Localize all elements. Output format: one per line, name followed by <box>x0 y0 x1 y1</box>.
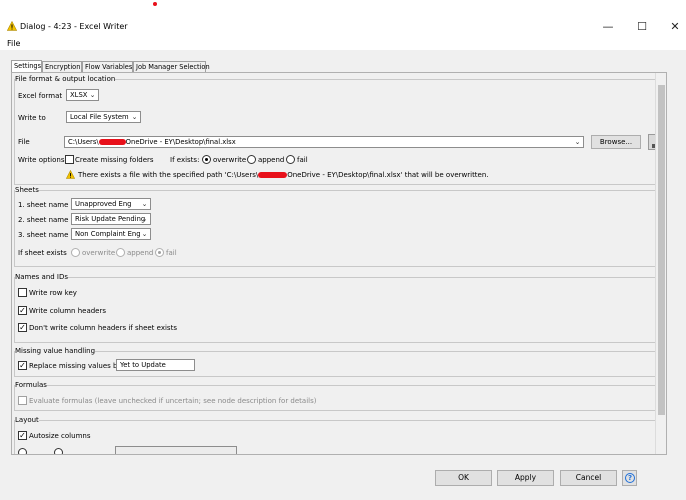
settings-panel: File format & output location Excel form… <box>11 72 667 455</box>
layout-option-radio[interactable] <box>54 448 63 454</box>
warning-icon <box>7 21 17 31</box>
help-button[interactable]: ? <box>622 470 637 486</box>
title-bar: Dialog - 4:23 - Excel Writer — ☐ ✕ <box>0 16 686 38</box>
missing-section-title: Missing value handling <box>15 347 96 355</box>
append-radio-label: append <box>258 156 285 164</box>
chevron-down-icon: ⌄ <box>131 113 138 121</box>
replace-missing-input[interactable]: Yet to Update <box>116 359 195 371</box>
write-to-select[interactable]: Local File System ⌄ <box>66 111 141 123</box>
ok-button[interactable]: OK <box>435 470 492 486</box>
scrollbar-thumb[interactable] <box>658 85 665 415</box>
write-row-key-checkbox[interactable] <box>18 288 27 297</box>
sheets-section-title: Sheets <box>15 186 39 194</box>
autosize-columns-checkbox[interactable]: ✓ <box>18 431 27 440</box>
replace-missing-label: Replace missing values by <box>29 362 122 370</box>
excel-format-select[interactable]: XLSX ⌄ <box>66 89 99 101</box>
sheet-append-label: append <box>127 249 154 257</box>
excel-format-value: XLSX <box>70 91 88 99</box>
chevron-down-icon: ⌄ <box>141 200 148 208</box>
chevron-down-icon: ⌄ <box>141 215 148 223</box>
tab-flow-variables[interactable]: Flow Variables <box>82 61 133 72</box>
chevron-down-icon: ⌄ <box>89 91 96 99</box>
names-section-title: Names and IDs <box>15 273 69 281</box>
vertical-scrollbar[interactable] <box>655 73 666 454</box>
layout-option-radio[interactable] <box>18 448 27 454</box>
write-to-label: Write to <box>18 114 46 122</box>
fail-radio[interactable] <box>286 155 295 164</box>
evaluate-formulas-label: Evaluate formulas (leave unchecked if un… <box>29 397 317 405</box>
file-label: File <box>18 138 30 146</box>
autosize-columns-label: Autosize columns <box>29 432 91 440</box>
names-section <box>14 277 665 343</box>
tab-encryption[interactable]: Encryption <box>42 61 82 72</box>
sheet-overwrite-radio[interactable] <box>71 248 80 257</box>
sheet-append-radio[interactable] <box>116 248 125 257</box>
sheet-3-label: 3. sheet name <box>18 231 69 239</box>
file-path-suffix: OneDrive - EY\Desktop\final.xlsx <box>125 138 236 146</box>
sheet-fail-label: fail <box>166 249 177 257</box>
tab-job-manager-selection[interactable]: Job Manager Selection <box>133 61 210 72</box>
overwrite-warning-text: There exists a file with the specified p… <box>78 171 489 179</box>
chevron-down-icon: ⌄ <box>574 138 581 146</box>
create-missing-folders-label: Create missing folders <box>75 156 154 164</box>
chevron-down-icon: ⌄ <box>141 230 148 238</box>
file-path-input[interactable]: C:\Users\ OneDrive - EY\Desktop\final.xls… <box>64 136 584 148</box>
fail-radio-label: fail <box>297 156 308 164</box>
sheet-2-select[interactable]: Risk Update Pending ⌄ <box>71 213 151 225</box>
dont-write-headers-label: Don't write column headers if sheet exis… <box>29 324 177 332</box>
browse-button[interactable]: Browse... <box>591 135 641 149</box>
file-section <box>14 79 665 185</box>
settings-scroll-area: File format & output location Excel form… <box>12 73 665 454</box>
menu-bar: File <box>0 38 686 50</box>
sheet-2-label: 2. sheet name <box>18 216 69 224</box>
write-column-headers-checkbox[interactable]: ✓ <box>18 306 27 315</box>
redaction-mark <box>258 172 288 178</box>
if-sheet-exists-label: If sheet exists <box>18 249 67 257</box>
red-dot <box>153 2 157 6</box>
warning-prefix: There exists a file with the specified p… <box>78 171 259 179</box>
overwrite-radio-label: overwrite <box>213 156 247 164</box>
sheet-2-value: Risk Update Pending <box>75 215 146 223</box>
layout-section-title: Layout <box>15 416 39 424</box>
layout-option-select[interactable] <box>115 446 237 454</box>
write-to-value: Local File System <box>70 113 129 121</box>
write-row-key-label: Write row key <box>29 289 77 297</box>
window-title: Dialog - 4:23 - Excel Writer <box>20 22 128 31</box>
dont-write-headers-checkbox[interactable]: ✓ <box>18 323 27 332</box>
sheet-3-select[interactable]: Non Complaint Eng ⌄ <box>71 228 151 240</box>
minimize-button[interactable]: — <box>597 19 619 35</box>
cancel-button[interactable]: Cancel <box>560 470 617 486</box>
menu-file[interactable]: File <box>7 39 20 48</box>
layout-section <box>14 420 665 454</box>
maximize-button[interactable]: ☐ <box>631 19 653 35</box>
sheet-overwrite-label: overwrite <box>82 249 116 257</box>
overwrite-radio[interactable] <box>202 155 211 164</box>
evaluate-formulas-checkbox[interactable] <box>18 396 27 405</box>
create-missing-folders-checkbox[interactable] <box>65 155 74 164</box>
formulas-section-title: Formulas <box>15 381 47 389</box>
close-button[interactable]: ✕ <box>664 19 686 35</box>
sheet-fail-radio[interactable] <box>155 248 164 257</box>
apply-button[interactable]: Apply <box>497 470 554 486</box>
sheet-3-value: Non Complaint Eng <box>75 230 141 238</box>
warning-suffix: OneDrive - EY\Desktop\final.xlsx' that w… <box>287 171 489 179</box>
file-path-prefix: C:\Users\ <box>68 138 99 146</box>
replace-missing-checkbox[interactable]: ✓ <box>18 361 27 370</box>
sheet-1-select[interactable]: Unapproved Eng ⌄ <box>71 198 151 210</box>
warning-icon <box>66 170 75 179</box>
write-options-label: Write options <box>18 156 65 164</box>
sheet-1-value: Unapproved Eng <box>75 200 132 208</box>
tab-settings[interactable]: Settings <box>11 60 42 72</box>
write-column-headers-label: Write column headers <box>29 307 107 315</box>
if-exists-label: If exists: <box>170 156 200 164</box>
sheet-1-label: 1. sheet name <box>18 201 69 209</box>
append-radio[interactable] <box>247 155 256 164</box>
excel-format-label: Excel format <box>18 92 63 100</box>
help-icon: ? <box>625 473 635 483</box>
redaction-mark <box>98 139 126 145</box>
file-section-title: File format & output location <box>15 75 116 83</box>
